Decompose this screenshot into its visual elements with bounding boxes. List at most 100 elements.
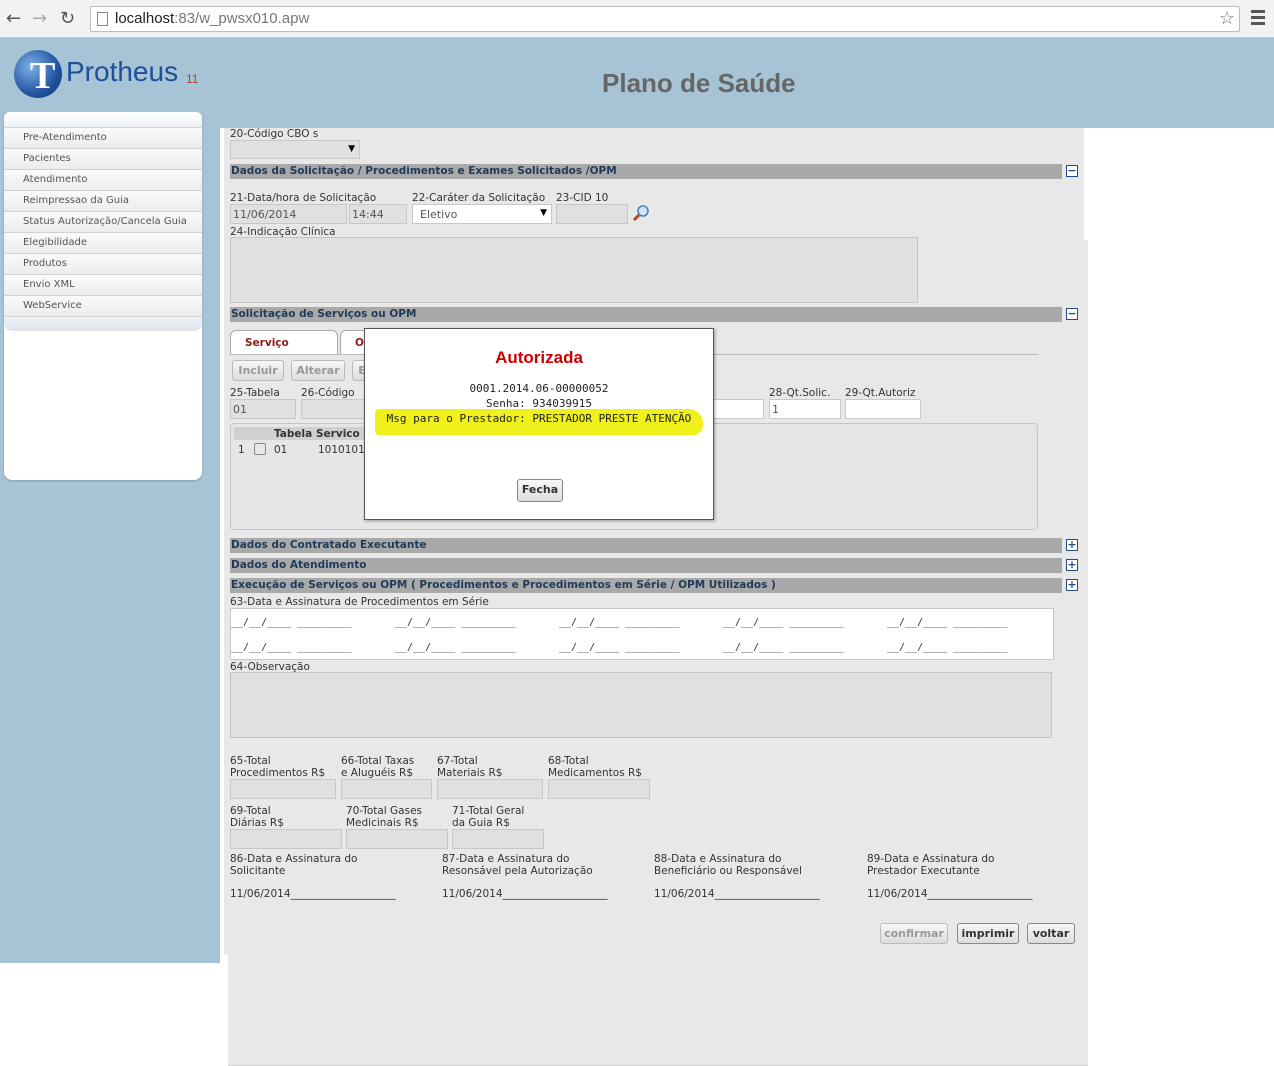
date-blank: __/__/____ _________ [231, 617, 352, 628]
hora-field[interactable]: 14:44 [349, 204, 407, 224]
tot-proc-label1: 65-Total [230, 755, 271, 767]
sidebar-item-label: Pre-Atendimento [23, 132, 107, 143]
section-servicos: Solicitação de Serviços ou OPM − [230, 307, 1078, 322]
sidebar-item-envio-xml[interactable]: Envio XML [4, 275, 202, 296]
incluir-button[interactable]: Incluir [232, 360, 284, 381]
data-hora-label: 21-Data/hora de Solicitação [230, 192, 377, 204]
tot-geral-field[interactable] [452, 829, 544, 849]
voltar-button[interactable]: voltar [1027, 923, 1075, 944]
grid-col-tabela: Tabela [274, 428, 313, 440]
expand-icon[interactable]: + [1066, 539, 1078, 551]
date-blank: __/__/____ _________ [395, 642, 516, 653]
expand-icon[interactable]: + [1066, 559, 1078, 571]
collapse-icon[interactable]: − [1066, 165, 1078, 177]
indicacao-textarea[interactable] [230, 237, 918, 303]
grid-row-tabela: 01 [274, 444, 288, 456]
dropdown-arrow-icon: ▼ [540, 208, 547, 218]
sidebar-item-label: Atendimento [23, 174, 88, 185]
sidebar-item-label: Pacientes [23, 153, 71, 164]
expand-icon[interactable]: + [1066, 579, 1078, 591]
logo-letter: T [30, 55, 56, 97]
confirmar-button[interactable]: confirmar [880, 923, 948, 944]
main-form: 20-Código CBO s ▼ Dados da Solicitação /… [224, 128, 1084, 954]
tot-med-label1: 68-Total [548, 755, 589, 767]
section-solicitacao-title: Dados da Solicitação / Procedimentos e E… [231, 165, 617, 177]
row-checkbox[interactable] [254, 443, 266, 455]
table-row[interactable]: 1 01 1010101 [234, 442, 372, 458]
tabela-label: 25-Tabela [230, 387, 280, 399]
sig89-label1: 89-Data e Assinatura do [867, 853, 995, 865]
prestador-message: Msg para o Prestador: PRESTADOR PRESTE A… [386, 412, 692, 425]
section-execucao-title: Execução de Serviços ou OPM ( Procedimen… [231, 579, 776, 591]
section-atendimento: Dados do Atendimento + [230, 558, 1078, 573]
observacao-textarea[interactable] [230, 672, 1052, 738]
sig86-label1: 86-Data e Assinatura do [230, 853, 358, 865]
forward-arrow-icon[interactable]: → [32, 8, 47, 29]
sidebar-item-pacientes[interactable]: Pacientes [4, 149, 202, 170]
tot-taxas-label1: 66-Total Taxas [341, 755, 415, 767]
qt-autoriz-label: 29-Qt.Autoriz [845, 387, 916, 399]
tot-proc-label2: Procedimentos R$ [230, 767, 326, 779]
cid-field[interactable] [556, 204, 628, 224]
procedimentos-serie-box: __/__/____ _________ __/__/____ ________… [230, 608, 1054, 660]
alterar-button[interactable]: Alterar [291, 360, 345, 381]
browser-menu-icon[interactable] [1251, 10, 1265, 28]
codigo-field[interactable] [301, 399, 371, 419]
grid-header: Tabela Servico [234, 427, 372, 440]
date-blank: __/__/____ _________ [559, 642, 680, 653]
date-blank: __/__/____ _________ [559, 617, 680, 628]
tot-med-field[interactable] [548, 779, 650, 799]
sidebar-item-label: Status Autorização/Cancela Guia [23, 216, 187, 227]
qt-field-hidden[interactable] [712, 399, 764, 419]
tab-servico[interactable]: Serviço [230, 330, 338, 354]
sidebar-item-atendimento[interactable]: Atendimento [4, 170, 202, 191]
tot-mat-label1: 67-Total [437, 755, 478, 767]
search-icon[interactable] [632, 204, 650, 222]
sig86-date: 11/06/2014____________________ [230, 888, 396, 900]
carater-select[interactable]: Eletivo ▼ [412, 204, 552, 224]
bookmark-star-icon[interactable]: ☆ [1219, 8, 1235, 29]
sidebar-item-status-autoriza-o-cancela-guia[interactable]: Status Autorização/Cancela Guia [4, 212, 202, 233]
back-arrow-icon[interactable]: ← [6, 8, 21, 29]
cbo-select[interactable]: ▼ [230, 140, 360, 159]
sig88-label1: 88-Data e Assinatura do [654, 853, 782, 865]
imprimir-button[interactable]: imprimir [957, 923, 1019, 944]
date-blank: __/__/____ _________ [231, 642, 352, 653]
logo-name: Protheus [66, 56, 179, 87]
sig88-date: 11/06/2014____________________ [654, 888, 820, 900]
tot-proc-field[interactable] [230, 779, 336, 799]
tot-gases-field[interactable] [346, 829, 448, 849]
page-icon [97, 12, 108, 26]
sidebar-menu: »PrincipalPre-AtendimentoPacientesAtendi… [4, 112, 1088, 1066]
section-contratado: Dados do Contratado Executante + [230, 538, 1078, 553]
section-servicos-title: Solicitação de Serviços ou OPM [231, 308, 417, 320]
sidebar-item-webservice[interactable]: WebService [4, 296, 202, 317]
tot-geral-label2: da Guia R$ [452, 817, 510, 829]
sidebar-item-produtos[interactable]: Produtos [4, 254, 202, 275]
tot-mat-field[interactable] [437, 779, 543, 799]
address-bar[interactable]: localhost:83/w_pwsx010.apw ☆ [90, 6, 1240, 32]
tot-med-label2: Medicamentos R$ [548, 767, 642, 779]
sidebar-item-pre-atendimento[interactable]: Pre-Atendimento [4, 128, 202, 149]
reload-icon[interactable]: ↻ [60, 8, 75, 29]
tot-taxas-label2: e Aluguéis R$ [341, 767, 414, 779]
data-field[interactable]: 11/06/2014 [230, 204, 347, 224]
collapse-icon[interactable]: − [1066, 308, 1078, 320]
tot-mat-label2: Materiais R$ [437, 767, 503, 779]
qt-autoriz-field[interactable] [845, 399, 921, 419]
sidebar-item-label: Reimpressao da Guia [23, 195, 130, 206]
date-blank: __/__/____ _________ [395, 617, 516, 628]
sidebar-item-reimpressao-da-guia[interactable]: Reimpressao da Guia [4, 191, 202, 212]
qt-solic-field[interactable]: 1 [769, 399, 841, 419]
sig87-label1: 87-Data e Assinatura do [442, 853, 570, 865]
tot-taxas-field[interactable] [341, 779, 432, 799]
sidebar-item-label: Produtos [23, 258, 67, 269]
sig87-label2: Resonsável pela Autorização [442, 865, 593, 877]
sidebar-item-elegibilidade[interactable]: Elegibilidade [4, 233, 202, 254]
tabela-field[interactable]: 01 [230, 399, 296, 419]
tot-geral-label1: 71-Total Geral [452, 805, 525, 817]
fecha-button[interactable]: Fecha [517, 479, 563, 502]
assinatura-label: 63-Data e Assinatura de Procedimentos em… [230, 596, 489, 608]
tot-diarias-field[interactable] [230, 829, 342, 849]
logo-version: 11 [186, 72, 199, 86]
